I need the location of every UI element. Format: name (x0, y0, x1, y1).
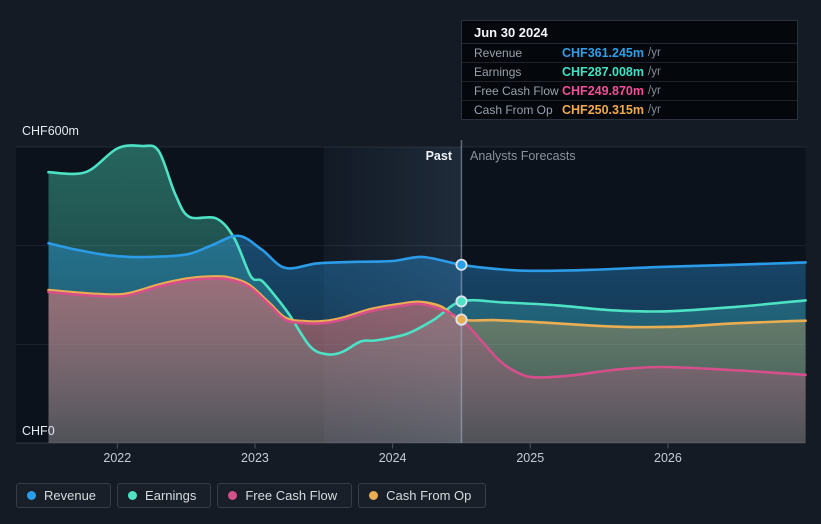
legend-item-cash-from-op[interactable]: Cash From Op (358, 483, 487, 508)
tooltip-value: CHF361.245m (562, 46, 644, 60)
chart-tooltip: Jun 30 2024 Revenue CHF361.245m /yr Earn… (461, 20, 798, 120)
x-tick-label-2022: 2022 (103, 451, 131, 465)
legend-label: Free Cash Flow (245, 488, 338, 503)
tooltip-suffix: /yr (648, 66, 661, 78)
earnings-marker[interactable] (455, 295, 468, 308)
tooltip-value: CHF249.870m (562, 84, 644, 98)
tooltip-suffix: /yr (648, 47, 661, 59)
tooltip-value: CHF287.008m (562, 65, 644, 79)
financial-forecast-chart-panel: 2022 2023 2024 2025 2026 CHF600m CHF0 Past A… (0, 0, 821, 524)
tooltip-row-free-cash-flow: Free Cash Flow CHF249.870m /yr (462, 82, 797, 101)
tooltip-label: Cash From Op (474, 103, 553, 117)
tooltip-row-cash-from-op: Cash From Op CHF250.315m /yr (462, 101, 797, 119)
x-tick-label-2026: 2026 (654, 451, 682, 465)
tooltip-suffix: /yr (648, 104, 661, 116)
forecast-section-label: Analysts Forecasts (470, 149, 576, 163)
revenue-marker[interactable] (455, 258, 468, 271)
tooltip-value: CHF250.315m (562, 103, 644, 117)
legend-label: Earnings (145, 488, 197, 503)
cash-from-op-marker[interactable] (455, 313, 468, 326)
tooltip-label: Revenue (474, 46, 523, 60)
x-tick-label-2023: 2023 (241, 451, 269, 465)
tooltip-row-earnings: Earnings CHF287.008m /yr (462, 63, 797, 82)
legend-item-free-cash-flow[interactable]: Free Cash Flow (217, 483, 353, 508)
x-tick-label-2025: 2025 (516, 451, 544, 465)
tooltip-suffix: /yr (648, 85, 661, 97)
tooltip-label: Free Cash Flow (474, 84, 559, 98)
legend-label: Cash From Op (386, 488, 472, 503)
free-cash-flow-dot-icon (228, 491, 238, 500)
past-section-label: Past (425, 149, 452, 163)
tooltip-label: Earnings (474, 65, 522, 79)
tooltip-date: Jun 30 2024 (462, 21, 797, 44)
earnings-dot-icon (128, 491, 138, 500)
legend-label: Revenue (44, 488, 97, 503)
legend-item-earnings[interactable]: Earnings (117, 483, 212, 508)
legend-item-revenue[interactable]: Revenue (16, 483, 112, 508)
cash-from-op-dot-icon (369, 491, 379, 500)
x-tick-label-2024: 2024 (379, 451, 407, 465)
y-axis-top-label: CHF600m (22, 124, 79, 138)
tooltip-row-revenue: Revenue CHF361.245m /yr (462, 44, 797, 63)
y-axis-bottom-label: CHF0 (22, 424, 55, 438)
revenue-dot-icon (27, 491, 36, 500)
chart-legend: Revenue Earnings Free Cash Flow Cash Fro… (16, 483, 487, 508)
